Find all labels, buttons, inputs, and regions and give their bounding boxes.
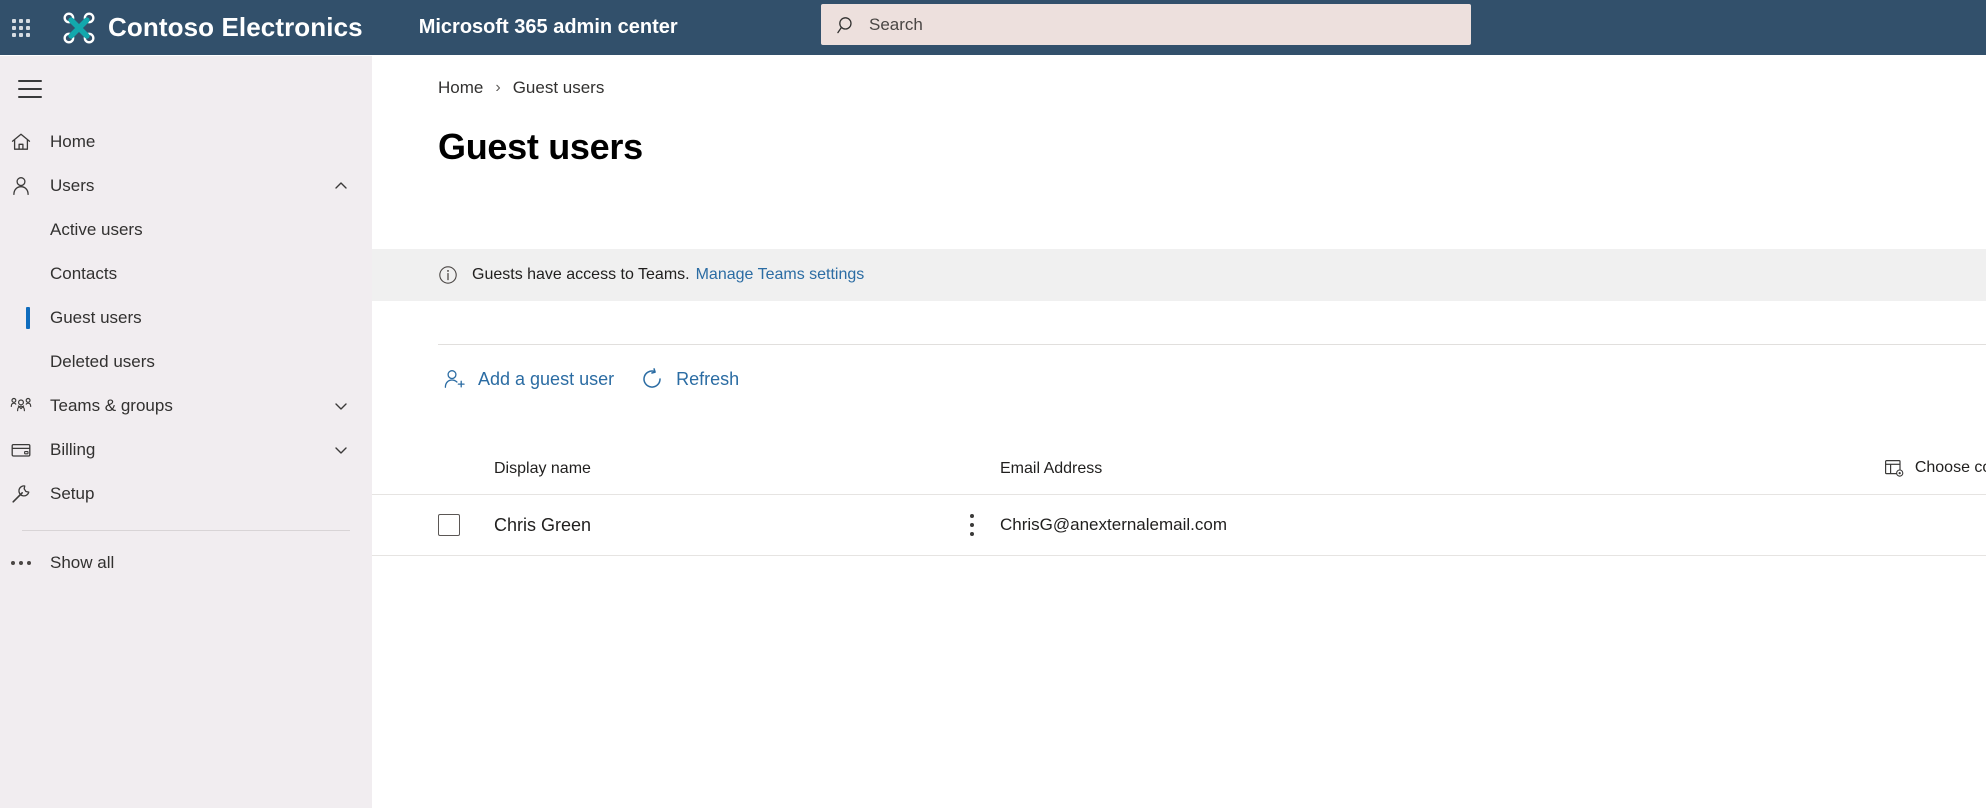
sidebar-item-home[interactable]: Home (0, 120, 372, 164)
app-launcher-waffle-icon[interactable] (8, 15, 34, 41)
sidebar-item-setup[interactable]: Setup (0, 472, 372, 516)
add-user-icon (442, 367, 466, 391)
breadcrumb: Home › Guest users (438, 78, 1986, 98)
sidebar-item-label: Contacts (50, 264, 118, 283)
breadcrumb-separator-icon: › (495, 79, 501, 96)
add-guest-user-label: Add a guest user (478, 368, 615, 389)
display-name-column-header[interactable]: Display name (494, 460, 944, 478)
command-toolbar: Add a guest user Refresh (438, 356, 751, 402)
nav-collapse-toggle-icon[interactable] (18, 80, 42, 98)
sidebar-item-label: Guest users (50, 308, 142, 327)
table-row[interactable]: Chris Green ChrisG@anexternalemail.com (372, 494, 1986, 556)
sidebar-item-label: Billing (50, 440, 96, 459)
search-input[interactable] (869, 10, 1429, 39)
chevron-up-icon[interactable] (334, 179, 348, 193)
sidebar-item-label: Active users (50, 220, 143, 239)
column-header-label: Email Address (1000, 460, 1103, 477)
refresh-button[interactable]: Refresh (636, 359, 751, 399)
wrench-icon (10, 483, 32, 505)
sidebar-item-teams-and-groups[interactable]: Teams & groups (0, 384, 372, 428)
guest-users-table: Display name Email Address Choose column… (372, 444, 1986, 556)
breadcrumb-home-link[interactable]: Home (438, 78, 483, 98)
sidebar-item-label: Deleted users (50, 352, 155, 371)
add-guest-user-button[interactable]: Add a guest user (438, 359, 626, 399)
row-actions-cell (944, 514, 1000, 536)
brand-home-link[interactable]: Contoso Electronics (62, 11, 363, 45)
suite-header-bar: Contoso Electronics Microsoft 365 admin … (0, 0, 1986, 55)
column-header-label: Display name (494, 460, 591, 477)
main-content-area: Home › Guest users Guest users Guests ha… (372, 56, 1986, 808)
info-message-text: Guests have access to Teams. (472, 266, 690, 283)
info-icon (439, 266, 457, 284)
sidebar-item-label: Users (50, 176, 95, 195)
display-name-value: Chris Green (494, 514, 592, 535)
refresh-icon (640, 367, 664, 391)
row-checkbox[interactable] (438, 514, 460, 536)
brand-name-label: Contoso Electronics (108, 12, 363, 42)
sidebar-item-label: Home (50, 132, 96, 151)
choose-columns-button[interactable]: Choose columns (1884, 458, 1986, 478)
sidebar-item-contacts[interactable]: Contacts (0, 252, 372, 296)
toolbar-top-divider (438, 344, 1986, 345)
more-actions-icon[interactable] (970, 514, 974, 536)
app-name-label[interactable]: Microsoft 365 admin center (419, 16, 678, 39)
manage-teams-settings-link[interactable]: Manage Teams settings (696, 266, 865, 284)
chevron-down-icon[interactable] (334, 443, 348, 457)
sidebar-item-active-users[interactable]: Active users (0, 208, 372, 252)
contoso-logo-icon (63, 11, 95, 44)
people-icon (10, 395, 32, 417)
left-navigation-panel: Home Users Active users Contacts Guest u… (0, 56, 372, 808)
sidebar-item-label: Teams & groups (50, 396, 173, 415)
search-icon (837, 16, 852, 33)
ellipsis-icon (10, 552, 32, 574)
info-message-bar: Guests have access to Teams. Manage Team… (372, 249, 1986, 301)
sidebar-item-guest-users[interactable]: Guest users (0, 296, 372, 340)
user-icon (10, 175, 32, 197)
sidebar-item-label: Setup (50, 484, 95, 503)
sidebar-item-deleted-users[interactable]: Deleted users (0, 340, 372, 384)
refresh-label: Refresh (676, 368, 740, 389)
email-address-value: ChrisG@anexternalemail.com (1000, 515, 1228, 534)
sidebar-item-billing[interactable]: Billing (0, 428, 372, 472)
display-name-cell: Chris Green (494, 515, 944, 536)
email-address-cell: ChrisG@anexternalemail.com (1000, 515, 1640, 535)
sidebar-divider (22, 530, 350, 531)
sidebar-item-show-all[interactable]: Show all (0, 541, 372, 585)
breadcrumb-current: Guest users (512, 78, 605, 97)
email-address-column-header[interactable]: Email Address (1000, 460, 1640, 478)
table-header-row: Display name Email Address Choose column… (372, 444, 1986, 494)
page-title: Guest users (438, 126, 643, 167)
card-icon (10, 439, 32, 461)
choose-columns-label: Choose columns (1914, 459, 1986, 476)
row-select-cell (438, 514, 494, 536)
choose-columns-icon (1884, 459, 1904, 477)
home-icon (10, 131, 32, 153)
sidebar-item-users[interactable]: Users (0, 164, 372, 208)
global-search-box[interactable] (821, 4, 1471, 45)
sidebar-item-label: Show all (50, 553, 115, 572)
chevron-down-icon[interactable] (334, 399, 348, 413)
